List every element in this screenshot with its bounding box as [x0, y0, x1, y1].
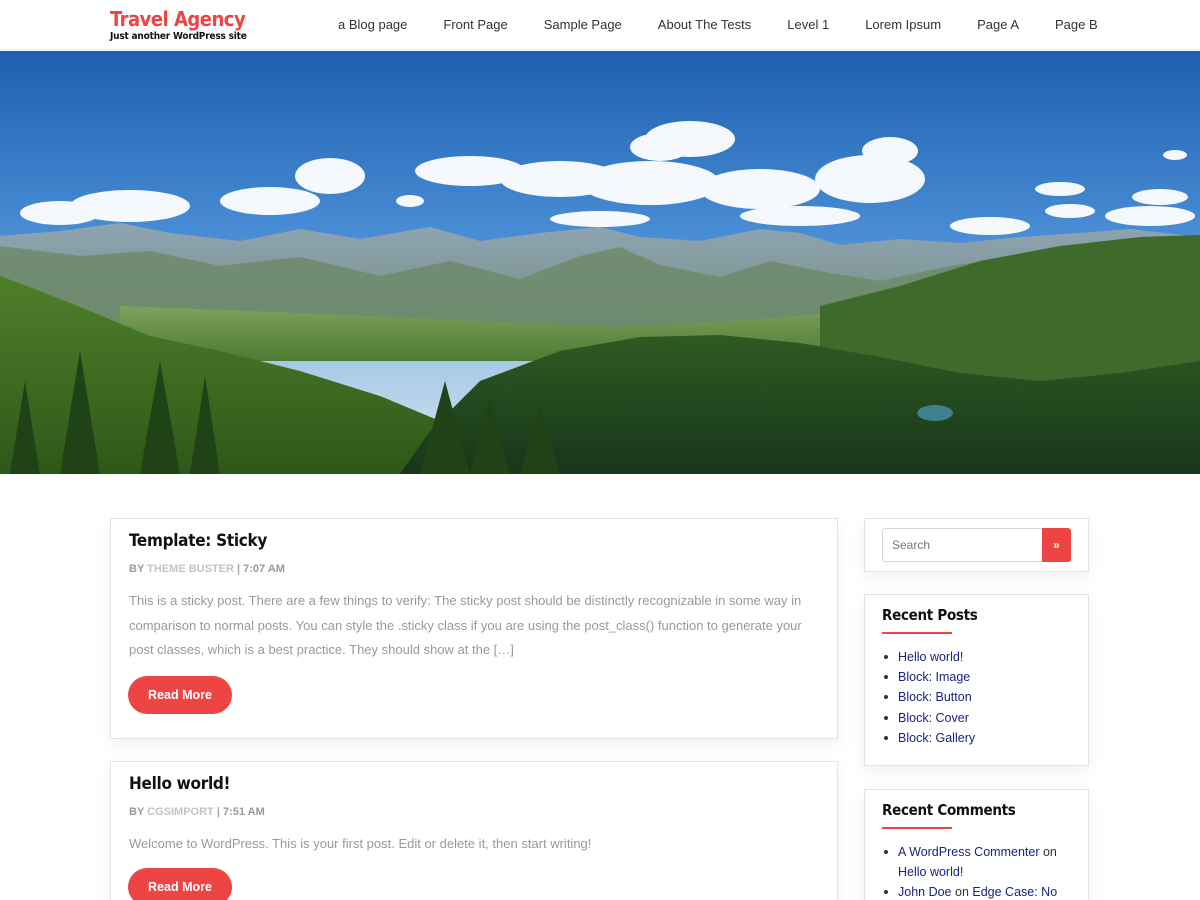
- nav-item-page-b[interactable]: Page B: [1037, 1, 1116, 49]
- post-time: 7:51 AM: [222, 806, 265, 818]
- widget-title-underline: [882, 827, 952, 829]
- comment-on-text: on: [955, 885, 969, 900]
- recent-post-link[interactable]: Block: Gallery: [898, 731, 975, 745]
- post-excerpt: This is a sticky post. There are a few t…: [129, 593, 802, 657]
- search-widget: »: [864, 518, 1089, 572]
- post-meta-separator: |: [237, 563, 241, 575]
- recent-comments-widget: Recent Comments A WordPress Commenter on…: [864, 789, 1089, 900]
- recent-post-link[interactable]: Block: Button: [898, 690, 972, 704]
- brand[interactable]: Travel Agency Just another WordPress sit…: [110, 7, 247, 43]
- post-meta-by: BY: [129, 806, 145, 818]
- recent-posts-list: Hello world! Block: Image Block: Button …: [882, 647, 1077, 748]
- mountain-landscape-illustration: [0, 51, 1200, 474]
- post-title[interactable]: Hello world!: [129, 774, 231, 794]
- post-author-link[interactable]: CGSIMPORT: [147, 806, 214, 818]
- list-item: Block: Gallery: [882, 728, 1077, 748]
- recent-comments-list: A WordPress Commenter on Hello world! Jo…: [882, 842, 1077, 900]
- post-card: Hello world! BY CGSIMPORT | 7:51 AM Welc…: [110, 761, 838, 900]
- recent-posts-widget: Recent Posts Hello world! Block: Image B…: [864, 594, 1089, 766]
- post-excerpt: Welcome to WordPress. This is your first…: [129, 836, 592, 851]
- list-item: Block: Image: [882, 667, 1077, 687]
- post-time: 7:07 AM: [243, 563, 285, 575]
- widget-title-underline: [882, 632, 952, 634]
- nav-item-page-a[interactable]: Page A: [959, 1, 1037, 49]
- read-more-button[interactable]: Read More: [128, 676, 232, 714]
- site-header: Travel Agency Just another WordPress sit…: [0, 0, 1200, 50]
- post-meta-by: BY: [129, 563, 145, 575]
- post-meta: BY CGSIMPORT | 7:51 AM: [129, 806, 265, 818]
- site-tagline: Just another WordPress site: [110, 31, 247, 42]
- nav-item-about-the-tests[interactable]: About The Tests: [640, 1, 769, 49]
- post-meta-separator: |: [216, 806, 220, 818]
- comment-author-link[interactable]: John Doe: [898, 885, 952, 899]
- list-item: Hello world!: [882, 647, 1077, 667]
- comment-post-link[interactable]: Hello world!: [898, 865, 963, 879]
- recent-post-link[interactable]: Hello world!: [898, 650, 963, 664]
- nav-item-front-page[interactable]: Front Page: [425, 1, 525, 49]
- nav-item-level-1[interactable]: Level 1: [769, 1, 847, 49]
- post-author-link[interactable]: THEME BUSTER: [147, 563, 234, 575]
- comment-post-link[interactable]: Edge Case: No: [972, 885, 1057, 899]
- list-item: John Doe on Edge Case: No: [882, 882, 1077, 900]
- search-submit-button[interactable]: »: [1042, 528, 1071, 562]
- hero-banner-image: [0, 51, 1200, 474]
- list-item: Block: Cover: [882, 708, 1077, 728]
- widget-title: Recent Comments: [882, 801, 1016, 819]
- post-title[interactable]: Template: Sticky: [129, 531, 267, 551]
- recent-post-link[interactable]: Block: Cover: [898, 711, 969, 725]
- widget-title: Recent Posts: [882, 606, 978, 624]
- list-item: A WordPress Commenter on Hello world!: [882, 842, 1077, 882]
- post-meta: BY THEME BUSTER | 7:07 AM: [129, 563, 285, 575]
- comment-on-text: on: [1042, 845, 1057, 859]
- nav-item-blog-page[interactable]: a Blog page: [320, 1, 425, 49]
- site-title[interactable]: Travel Agency: [110, 7, 247, 31]
- read-more-button[interactable]: Read More: [128, 868, 232, 900]
- recent-post-link[interactable]: Block: Image: [898, 670, 970, 684]
- comment-author-link[interactable]: A WordPress Commenter: [898, 845, 1039, 859]
- search-input[interactable]: [882, 528, 1042, 562]
- post-card: Template: Sticky BY THEME BUSTER | 7:07 …: [110, 518, 838, 739]
- nav-item-lorem-ipsum[interactable]: Lorem Ipsum: [847, 1, 959, 49]
- main-nav: a Blog page Front Page Sample Page About…: [320, 0, 1116, 50]
- list-item: Block: Button: [882, 687, 1077, 707]
- nav-item-sample-page[interactable]: Sample Page: [526, 1, 640, 49]
